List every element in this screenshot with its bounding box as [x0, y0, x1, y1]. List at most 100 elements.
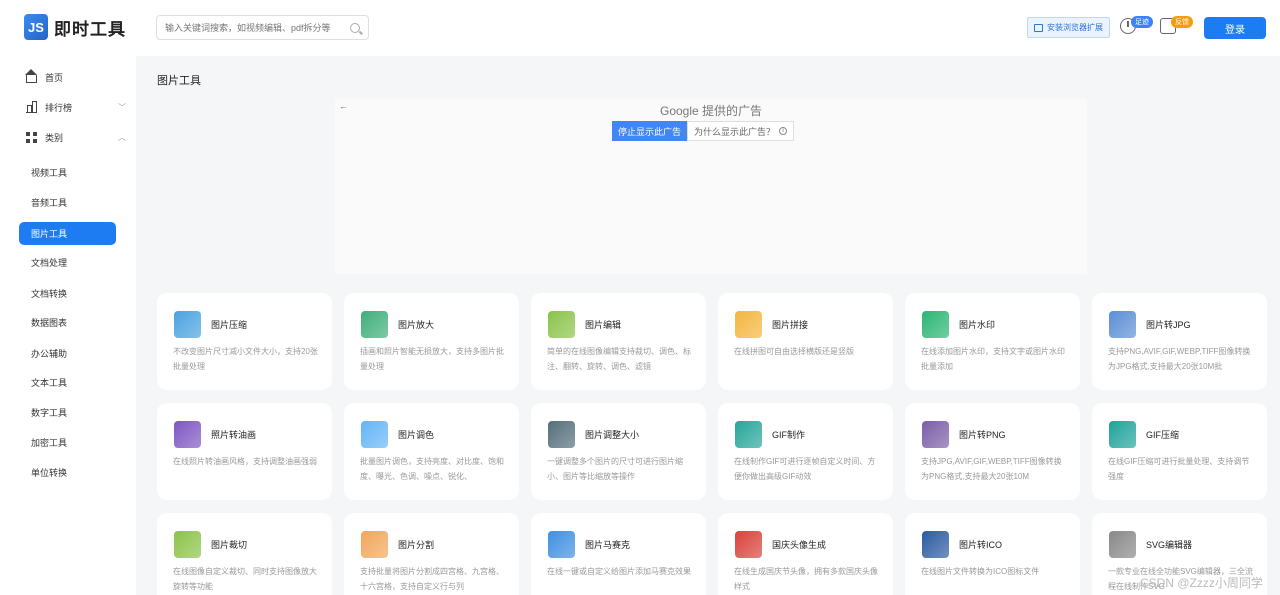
tool-card[interactable]: 图片调整大小 一键调整多个图片的尺寸可进行图片缩小、图片等比缩放等操作 — [531, 403, 706, 500]
tool-card-title: 图片转ICO — [959, 540, 1003, 550]
sidebar-subitem[interactable]: 数据图表 — [19, 311, 116, 334]
tool-card-title: 图片转JPG — [1146, 320, 1191, 330]
gif-make-icon — [735, 421, 762, 448]
tool-card-title: 图片放大 — [398, 320, 435, 330]
paint-tube-icon — [174, 421, 201, 448]
tool-card-description: 在线制作GIF可进行逐帧自定义时间、方便你做出高级GIF动效 — [734, 457, 876, 481]
tool-card[interactable]: 图片水印在线添加图片水印，支持文字或图片水印批量添加 — [905, 293, 1080, 390]
tool-card-description: 支持批量将图片分割成四宫格、九宫格、十六宫格，支持自定义行与列 — [360, 567, 504, 591]
ico-file-icon — [922, 531, 949, 558]
sidebar-subitem[interactable]: 图片工具 — [19, 222, 116, 245]
crop-icon — [174, 531, 201, 558]
tool-card[interactable]: 图片编辑简单的在线图像编辑支持裁切、调色、标注、翻转、旋转、调色、滤镜 — [531, 293, 706, 390]
tool-card-description: 支持PNG,AVIF,GIF,WEBP,TIFF图像转换为JPG格式,支持最大2… — [1108, 347, 1251, 371]
tool-card-title: SVG编辑器 — [1146, 540, 1193, 550]
search-input[interactable] — [165, 22, 350, 33]
tool-card-description: 支持JPG,AVIF,GIF,WEBP,TIFF图像转换为PNG格式,支持最大2… — [921, 457, 1062, 481]
sidebar-subitem[interactable]: 文档处理 — [19, 251, 116, 274]
sidebar-subitem[interactable]: 单位转换 — [19, 461, 116, 484]
tool-card-description: 在线GIF压缩可进行批量处理、支持调节强度 — [1108, 457, 1250, 481]
top-header: JS 即时工具 安装浏览器扩展 足迹 反馈 登录 — [0, 0, 1280, 56]
tool-card-description: 一键调整多个图片的尺寸可进行图片缩小、图片等比缩放等操作 — [547, 457, 683, 481]
app-logo[interactable]: JS 即时工具 — [24, 14, 126, 40]
tool-card[interactable]: 图片压缩 不改变图片尺寸减小文件大小，支持20张批量处理 — [157, 293, 332, 390]
sidebar-item-label: 首页 — [45, 73, 64, 83]
login-button[interactable]: 登录 — [1204, 17, 1266, 39]
sidebar-subitem[interactable]: 视频工具 — [19, 161, 116, 184]
puzzle-icon — [735, 311, 762, 338]
tool-card[interactable]: 图片马赛克 在线一键或自定义给图片添加马赛克效果 — [531, 513, 706, 595]
sidebar-subitem[interactable]: 加密工具 — [19, 431, 116, 454]
history-badge: 足迹 — [1131, 16, 1153, 28]
install-extension-label: 安装浏览器扩展 — [1047, 23, 1103, 32]
search-icon[interactable] — [350, 22, 360, 33]
tool-card-title: 图片转PNG — [959, 430, 1006, 440]
tool-card-description: 在线图像自定义裁切、同时支持图像放大旋转等功能 — [173, 567, 317, 591]
install-extension-button[interactable]: 安装浏览器扩展 — [1027, 17, 1110, 38]
resize-magnifier-icon — [548, 421, 575, 448]
sidebar-item-label: 排行榜 — [45, 103, 73, 113]
mosaic-icon — [548, 531, 575, 558]
sidebar-item-label: 类别 — [45, 133, 64, 143]
tool-card-title: GIF压缩 — [1146, 430, 1179, 440]
jpg-file-icon — [1109, 311, 1136, 338]
color-adjust-icon — [361, 421, 388, 448]
sidebar-subitem[interactable]: 音频工具 — [19, 191, 116, 214]
png-file-icon — [922, 421, 949, 448]
stop-ad-button[interactable]: 停止显示此广告 — [612, 121, 688, 141]
feedback-badge: 反馈 — [1171, 16, 1193, 28]
category-grid-icon — [26, 132, 37, 143]
tool-card[interactable]: GIF压缩在线GIF压缩可进行批量处理、支持调节强度 — [1092, 403, 1267, 500]
svg-editor-icon — [1109, 531, 1136, 558]
ranking-chart-icon — [26, 101, 37, 113]
tool-card[interactable]: 图片分割支持批量将图片分割成四宫格、九宫格、十六宫格，支持自定义行与列 — [344, 513, 519, 595]
tool-card[interactable]: 图片裁切在线图像自定义裁切、同时支持图像放大旋转等功能 — [157, 513, 332, 595]
tool-card[interactable]: 图片转ICO 在线图片文件转换为ICO图标文件 — [905, 513, 1080, 595]
browser-icon — [1034, 23, 1043, 32]
tool-card[interactable]: 图片转JPG 支持PNG,AVIF,GIF,WEBP,TIFF图像转换为JPG格式… — [1092, 293, 1267, 390]
tool-card-title: 图片水印 — [959, 320, 996, 330]
tool-card[interactable]: GIF制作在线制作GIF可进行逐帧自定义时间、方便你做出高级GIF动效 — [718, 403, 893, 500]
tool-card-description: 插画和照片智能无损放大，支持多图片批量处理 — [360, 347, 504, 371]
sidebar-subitem[interactable]: 文本工具 — [19, 371, 116, 394]
tool-card[interactable]: 图片拼接 在线拼图可自由选择横版还是竖版 — [718, 293, 893, 390]
tool-card[interactable]: 国庆头像生成 在线生成国庆节头像，拥有多款国庆头像样式 — [718, 513, 893, 595]
gif-compress-icon — [1109, 421, 1136, 448]
tool-card-description: 在线添加图片水印，支持文字或图片水印批量添加 — [921, 347, 1065, 371]
tool-card-title: 国庆头像生成 — [772, 540, 827, 550]
csdn-watermark: CSDN @Zzzz小周同学 — [1140, 576, 1263, 590]
tool-card-title: 图片马赛克 — [585, 540, 631, 550]
tool-card[interactable]: 图片转PNG 支持JPG,AVIF,GIF,WEBP,TIFF图像转换为PNG格式… — [905, 403, 1080, 500]
tool-card[interactable]: 图片放大插画和照片智能无损放大，支持多图片批量处理 — [344, 293, 519, 390]
why-ad-button[interactable]: 为什么显示此广告？ i — [687, 121, 795, 141]
sidebar-subitem[interactable]: 数字工具 — [19, 401, 116, 424]
national-day-avatar-icon — [735, 531, 762, 558]
tool-card[interactable]: 图片调色批量图片调色，支持亮度、对比度、饱和度、曝光、色调、噪点、锐化、 — [344, 403, 519, 500]
image-enlarge-icon — [361, 311, 388, 338]
tool-card-description: 批量图片调色，支持亮度、对比度、饱和度、曝光、色调、噪点、锐化、 — [360, 457, 504, 481]
tool-card-title: 图片拼接 — [772, 320, 809, 330]
sidebar-subitem[interactable]: 办公辅助 — [19, 342, 116, 365]
ad-banner: ← Google 提供的广告 停止显示此广告 为什么显示此广告？ i — [335, 99, 1087, 274]
info-icon: i — [779, 127, 788, 135]
sidebar-item-category[interactable]: 类别 ︿ — [26, 131, 132, 144]
tool-card-description: 简单的在线图像编辑支持裁切、调色、标注、翻转、旋转、调色、滤镜 — [547, 347, 691, 371]
chevron-up-icon: ︿ — [118, 133, 126, 142]
tool-card[interactable]: 照片转油画在线照片转油画风格，支持调整油画强弱 — [157, 403, 332, 500]
tool-card-title: 图片分割 — [398, 540, 435, 550]
image-compress-icon — [174, 311, 201, 338]
page-title: 图片工具 — [157, 75, 201, 87]
app-name: 即时工具 — [54, 19, 126, 39]
search-box[interactable] — [156, 15, 369, 40]
sidebar-subitem[interactable]: 文档转换 — [19, 282, 116, 305]
sidebar-item-ranking[interactable]: 排行榜 ﹀ — [26, 101, 132, 114]
tool-card-title: 照片转油画 — [211, 430, 257, 440]
chevron-down-icon: ﹀ — [118, 103, 126, 112]
tool-card-title: 图片裁切 — [211, 540, 248, 550]
tool-card-title: 图片调色 — [398, 430, 435, 440]
sidebar-item-home[interactable]: 首页 — [25, 69, 132, 84]
tool-card-title: GIF制作 — [772, 430, 805, 440]
tool-card-description: 在线图片文件转换为ICO图标文件 — [921, 567, 1040, 576]
tool-card-description: 在线照片转油画风格，支持调整油画强弱 — [173, 457, 317, 466]
tool-card-title: 图片编辑 — [585, 320, 622, 330]
